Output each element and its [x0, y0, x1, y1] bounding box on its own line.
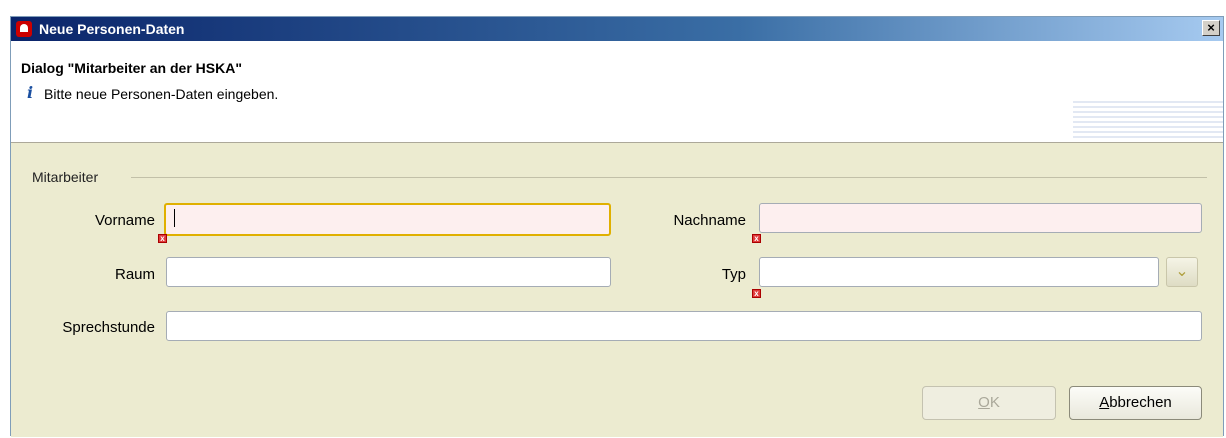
ok-button[interactable]: OK — [922, 386, 1056, 420]
typ-combobox[interactable] — [759, 257, 1159, 287]
close-button[interactable]: × — [1202, 20, 1220, 36]
cancel-mnemonic: A — [1099, 394, 1110, 411]
ok-label: K — [989, 394, 1000, 411]
cancel-button[interactable]: Abbrechen — [1069, 386, 1202, 420]
dialog-window: Neue Personen-Daten × Dialog "Mitarbeite… — [10, 16, 1224, 437]
cancel-label: bbrechen — [1109, 394, 1172, 411]
group-label: Mitarbeiter — [32, 169, 99, 185]
vorname-label: Vorname — [94, 212, 155, 229]
title-bar[interactable]: Neue Personen-Daten × — [11, 17, 1223, 41]
vorname-input[interactable] — [164, 203, 611, 236]
group-divider — [131, 177, 1207, 178]
form-area: Mitarbeiter Vorname x Nachname x Raum Ty… — [11, 143, 1223, 437]
nachname-error-icon: x — [752, 234, 761, 243]
nachname-label: Nachname — [673, 212, 746, 229]
sprechstunde-input[interactable] — [166, 311, 1202, 341]
app-icon — [16, 21, 32, 37]
typ-dropdown-button[interactable]: ⌄ — [1166, 257, 1198, 287]
raum-label: Raum — [114, 266, 155, 283]
nachname-input[interactable] — [759, 203, 1202, 233]
raum-input[interactable] — [166, 257, 611, 287]
text-caret — [174, 209, 175, 227]
header-decoration — [1073, 101, 1223, 141]
info-message: Bitte neue Personen-Daten eingeben. — [44, 86, 279, 102]
typ-label: Typ — [721, 266, 746, 283]
dialog-title: Dialog "Mitarbeiter an der HSKA" — [21, 60, 242, 76]
info-icon: i — [27, 83, 34, 102]
vorname-error-icon: x — [158, 234, 167, 243]
ok-mnemonic: O — [978, 394, 990, 411]
sprechstunde-label: Sprechstunde — [62, 319, 155, 336]
typ-error-icon: x — [752, 289, 761, 298]
window-title: Neue Personen-Daten — [39, 21, 185, 37]
dialog-header: Dialog "Mitarbeiter an der HSKA" i Bitte… — [11, 41, 1223, 143]
